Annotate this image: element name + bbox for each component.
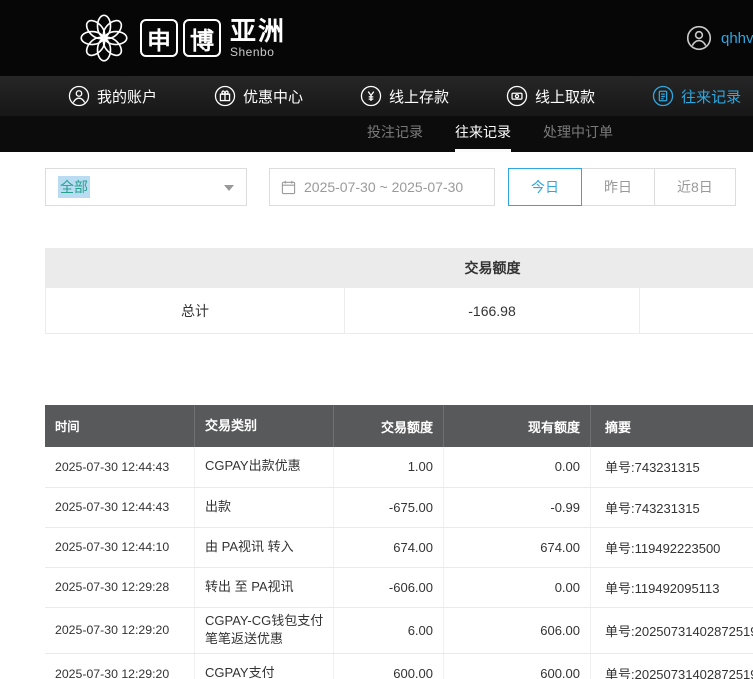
cell-balance: 0.00 [443, 567, 591, 608]
brand-char-bo: 博 [183, 19, 221, 57]
cell-amount: 6.00 [333, 607, 444, 655]
date-range-input[interactable]: 2025-07-30 ~ 2025-07-30 [269, 168, 495, 206]
deposit-icon [360, 85, 382, 107]
table-row: 2025-07-30 12:44:43 出款 -675.00 -0.99 单号:7432… [45, 487, 753, 528]
quick-date-buttons: 今日 昨日 近8日 [508, 168, 736, 206]
tab-transaction-records[interactable]: 往来记录 [455, 116, 511, 152]
quick-last-8-days-button[interactable]: 近8日 [654, 168, 736, 206]
records-icon [652, 85, 674, 107]
column-header: 交易额度 [333, 405, 444, 447]
cell-balance: 606.00 [443, 607, 591, 655]
page-viewport: 申 博 亚洲 Shenbo qhhvw [0, 0, 753, 679]
cell-amount: 600.00 [333, 653, 444, 679]
cell-summary: 单号:743231315 [590, 487, 753, 528]
table-row: 2025-07-30 12:29:20 CGPAY支付 600.00 600.00 单号… [45, 653, 753, 679]
cell-summary: 单号:119492223500 [590, 527, 753, 568]
records-table: 时间 交易类别 交易额度 现有额度 摘要 2025-07-30 12:44:43 CGPA… [45, 405, 753, 679]
top-header: 申 博 亚洲 Shenbo qhhvw [0, 0, 753, 76]
records-table-body: 2025-07-30 12:44:43 CGPAY出款优惠 1.00 0.00 单号:7… [45, 447, 753, 679]
summary-table: 交易额度 总计 -166.98 [45, 248, 753, 334]
cell-amount: 674.00 [333, 527, 444, 568]
cell-amount: -675.00 [333, 487, 444, 528]
content: 全部 2025-07-30 ~ 2025-07-30 今日 昨日近8日 交易额度… [0, 168, 753, 679]
table-row: 2025-07-30 12:29:28 转出 至 PA视讯 -606.00 0.00 单… [45, 567, 753, 608]
calendar-icon [281, 180, 296, 195]
cell-balance: 600.00 [443, 653, 591, 679]
cell-balance: 674.00 [443, 527, 591, 568]
username-label[interactable]: qhhvw [721, 30, 753, 47]
column-header: 交易类别 [194, 405, 334, 447]
cell-time: 2025-07-30 12:29:28 [45, 567, 195, 608]
tab-pending-orders[interactable]: 处理中订单 [543, 116, 613, 152]
summary-header-amount: 交易额度 [464, 260, 521, 276]
summary-header-row: 交易额度 [45, 248, 753, 288]
type-filter-select[interactable]: 全部 [45, 168, 247, 206]
cell-amount: 1.00 [333, 447, 444, 488]
summary-total-value: -166.98 [345, 288, 640, 333]
column-header: 时间 [45, 405, 195, 447]
date-range-value: 2025-07-30 ~ 2025-07-30 [304, 179, 464, 195]
summary-header-empty [45, 248, 345, 288]
table-row: 2025-07-30 12:44:10 由 PA视讯 转入 674.00 674.00… [45, 527, 753, 568]
records-table-head: 时间 交易类别 交易额度 现有额度 摘要 [45, 405, 753, 447]
brand-text: 亚洲 Shenbo [230, 18, 286, 58]
cell-type: CGPAY支付 [194, 653, 334, 679]
user-account[interactable]: qhhvw [686, 25, 753, 51]
cell-type: 出款 [194, 487, 334, 528]
cell-summary: 单号:202507314028725198 [590, 607, 753, 655]
nav-item-my-account[interactable]: 我的账户 [68, 85, 157, 107]
summary-total-row: 总计 -166.98 [45, 288, 753, 334]
cell-time: 2025-07-30 12:29:20 [45, 607, 195, 655]
gift-icon [214, 85, 236, 107]
nav-item-label: 线上取款 [535, 88, 596, 106]
chevron-down-icon [224, 185, 234, 191]
user-avatar-icon [686, 25, 712, 51]
nav-item-online-deposit[interactable]: 线上存款 [360, 85, 449, 107]
nav-item-label: 我的账户 [97, 88, 158, 106]
cell-time: 2025-07-30 12:44:43 [45, 447, 195, 488]
cell-amount: -606.00 [333, 567, 444, 608]
nav-item-label: 线上存款 [389, 88, 450, 106]
cell-type: CGPAY出款优惠 [194, 447, 334, 488]
summary-total-label: 总计 [45, 288, 345, 333]
brand-logo[interactable]: 申 博 亚洲 Shenbo [78, 12, 286, 64]
page: 申 博 亚洲 Shenbo qhhvw [0, 0, 753, 679]
cell-balance: 0.00 [443, 447, 591, 488]
withdraw-icon [506, 85, 528, 107]
cell-time: 2025-07-30 12:29:20 [45, 653, 195, 679]
quick-yesterday-button[interactable]: 昨日 [581, 168, 655, 206]
nav-item-promo-center[interactable]: 优惠中心 [214, 85, 303, 107]
filter-bar: 全部 2025-07-30 ~ 2025-07-30 今日 昨日近8日 [45, 168, 753, 206]
column-header: 摘要 [590, 405, 753, 447]
user-icon [68, 85, 90, 107]
cell-type: 由 PA视讯 转入 [194, 527, 334, 568]
column-header: 现有额度 [443, 405, 591, 447]
cell-summary: 单号:119492095113 [590, 567, 753, 608]
table-row: 2025-07-30 12:44:43 CGPAY出款优惠 1.00 0.00 单号:7… [45, 447, 753, 488]
nav-item-transaction-records[interactable]: 往来记录 [652, 85, 741, 107]
cell-summary: 单号:202507314028725198 [590, 653, 753, 679]
lotus-flower-icon [78, 12, 130, 64]
summary-header-empty-2 [640, 248, 753, 288]
cell-balance: -0.99 [443, 487, 591, 528]
quick-today-button[interactable]: 今日 [508, 168, 582, 206]
brand-char-shen: 申 [140, 19, 178, 57]
sub-nav: 投注记录 往来记录 处理中订单 [0, 116, 753, 152]
brand-region-label: 亚洲 [230, 16, 287, 46]
table-row: 2025-07-30 12:29:20 CGPAY-CG钱包支付笔笔返送优惠 6.0… [45, 607, 753, 655]
summary-total-empty [640, 288, 753, 333]
tab-bet-records[interactable]: 投注记录 [367, 116, 423, 152]
cell-type: CGPAY-CG钱包支付笔笔返送优惠 [194, 607, 334, 655]
nav-item-label: 往来记录 [681, 88, 742, 106]
cell-type: 转出 至 PA视讯 [194, 567, 334, 608]
type-filter-value: 全部 [58, 176, 90, 198]
cell-summary: 单号:743231315 [590, 447, 753, 488]
nav-item-label: 优惠中心 [243, 88, 304, 106]
nav-item-online-withdraw[interactable]: 线上取款 [506, 85, 595, 107]
brand-subtitle: Shenbo [230, 45, 275, 59]
cell-time: 2025-07-30 12:44:10 [45, 527, 195, 568]
records-header-row: 时间 交易类别 交易额度 现有额度 摘要 [45, 405, 753, 447]
main-nav: 我的账户 优惠中心 线上存款 线上取款 往来记录 [0, 76, 753, 116]
cell-time: 2025-07-30 12:44:43 [45, 487, 195, 528]
